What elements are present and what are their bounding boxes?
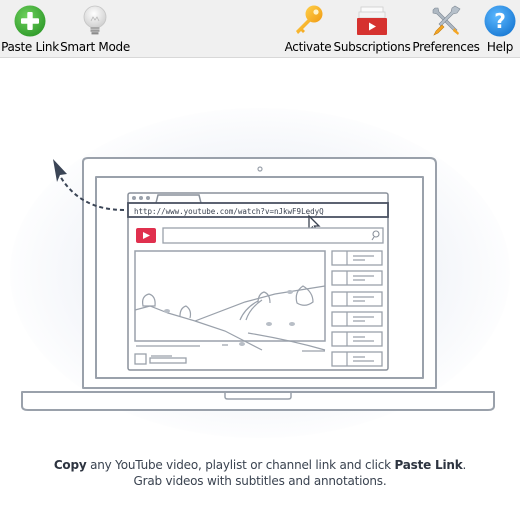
window-dot <box>139 196 143 200</box>
related-video-item <box>331 250 383 266</box>
window-dot <box>132 196 136 200</box>
help-button[interactable]: ? Help <box>484 0 516 57</box>
smart-mode-button[interactable]: Smart Mode <box>60 0 130 57</box>
svg-text:?: ? <box>494 9 506 33</box>
key-icon <box>291 4 325 38</box>
tools-icon <box>429 4 463 38</box>
laptop-illustration: http://www.youtube.com/watch?v=nJkwF9Led… <box>21 157 495 411</box>
toolbar: Paste Link Smart Mode Activate Subscript… <box>0 0 520 58</box>
instruction-text: any YouTube video, playlist or channel l… <box>86 458 395 472</box>
lightbulb-icon <box>78 4 112 38</box>
instruction-line-2: Grab videos with subtitles and annotatio… <box>133 474 387 488</box>
related-video-item <box>331 311 383 327</box>
period: . <box>462 458 467 472</box>
help-icon: ? <box>483 4 517 38</box>
arrow-head-icon <box>53 159 67 182</box>
paste-link-button[interactable]: Paste Link <box>1 0 59 57</box>
paste-link-emphasis: Paste Link <box>394 458 463 472</box>
instruction-line-1: Copy any YouTube video, playlist or chan… <box>0 458 520 472</box>
laptop-base <box>21 391 495 411</box>
plus-circle-icon <box>13 4 47 38</box>
related-video-item <box>331 331 383 347</box>
related-video-item <box>331 351 383 367</box>
subscriptions-icon <box>355 4 389 38</box>
subscriptions-button[interactable]: Subscriptions <box>334 0 411 57</box>
main-content: http://www.youtube.com/watch?v=nJkwF9Led… <box>0 58 520 516</box>
activate-button[interactable]: Activate <box>285 0 332 57</box>
related-video-item <box>331 291 383 307</box>
window-dot <box>146 196 150 200</box>
related-video-item <box>331 270 383 286</box>
copy-emphasis: Copy <box>53 458 87 472</box>
search-box <box>162 227 384 244</box>
preferences-button[interactable]: Preferences <box>412 0 480 57</box>
address-url: http://www.youtube.com/watch?v=nJkwF9Led… <box>134 207 324 216</box>
